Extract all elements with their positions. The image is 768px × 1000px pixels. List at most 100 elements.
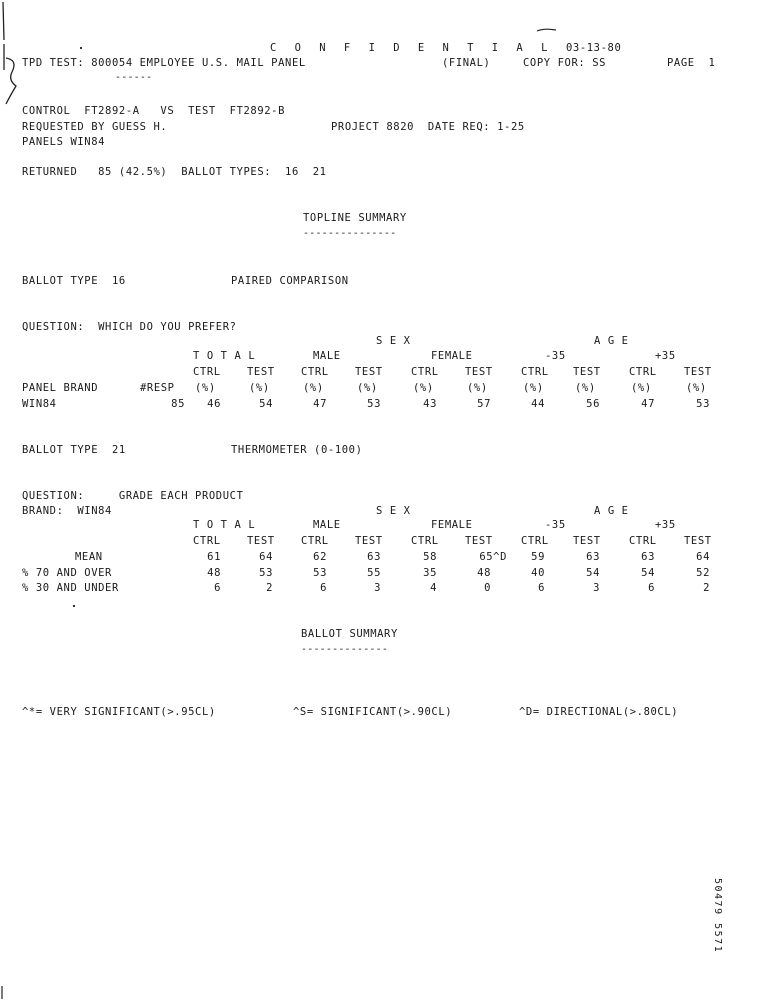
ctrl-test-subheader: CTRL <box>521 535 549 547</box>
table-row-label: % 30 AND UNDER <box>22 582 119 594</box>
table-cell-value: 58 <box>423 551 437 563</box>
confidential-banner: C O N F I D E N T I A L <box>270 42 554 54</box>
table-cell-value: 35 <box>423 566 437 579</box>
panels-line: PANELS WIN84 <box>22 136 106 148</box>
percent-subheader: (%) <box>303 382 324 394</box>
table-cell-value: 54 <box>586 566 600 579</box>
legend-very-significant: ^*= VERY SIGNIFICANT(>.95CL) <box>22 706 216 718</box>
table-cell-value: 64 <box>696 551 710 563</box>
final-label: (FINAL) <box>442 57 491 69</box>
table-cell-value: 47 <box>641 398 655 410</box>
percent-subheader: (%) <box>413 382 434 394</box>
ctrl-test-subheader: TEST <box>573 366 601 378</box>
table-cell-value: 63 <box>367 551 381 563</box>
ctrl-test-subheader: CTRL <box>629 535 657 547</box>
page-number: PAGE 1 <box>667 57 716 69</box>
topline-summary-title: TOPLINE SUMMARY <box>303 212 407 224</box>
ballot-type-21: BALLOT TYPE 21 <box>22 444 126 456</box>
resp-count-header: #RESP <box>140 382 175 394</box>
stray-dot-mark <box>80 47 82 49</box>
percent-subheader: (%) <box>467 382 488 394</box>
percent-subheader: (%) <box>195 382 216 394</box>
sex-header-1: S E X <box>376 335 411 347</box>
ctrl-test-subheader: CTRL <box>193 366 221 378</box>
table-cell-value: 53 <box>259 566 273 579</box>
table-cell-value: 43 <box>423 398 437 410</box>
ctrl-test-subheader: CTRL <box>521 366 549 378</box>
table-cell-value: 56 <box>586 398 600 410</box>
control-line: CONTROL FT2892-A VS TEST FT2892-B <box>22 105 286 117</box>
age-header-1: A G E <box>594 335 629 347</box>
age-header-2: A G E <box>594 505 629 517</box>
ctrl-test-subheader: CTRL <box>193 535 221 547</box>
column-group-header: T O T A L <box>193 519 256 531</box>
requested-by: REQUESTED BY GUESS H. <box>22 121 168 133</box>
table-cell-value: 6 <box>648 582 655 594</box>
brand-line: BRAND: WIN84 <box>22 505 112 517</box>
table-cell-value: 6 <box>320 582 327 594</box>
column-group-header: FEMALE <box>431 519 473 531</box>
percent-subheader: (%) <box>686 382 707 394</box>
sex-header-2: S E X <box>376 505 411 517</box>
column-group-header: +35 <box>655 519 676 531</box>
table-cell-value: 0 <box>484 582 491 594</box>
column-group-header: -35 <box>545 350 566 362</box>
column-group-header: -35 <box>545 519 566 531</box>
table-cell-value: 54 <box>259 398 273 410</box>
test-title-line: TPD TEST: 800054 EMPLOYEE U.S. MAIL PANE… <box>22 57 306 69</box>
table-cell-value: 4 <box>430 582 437 594</box>
pen-stroke-mark <box>536 28 557 32</box>
column-group-header: MALE <box>313 519 341 531</box>
ctrl-test-subheader: TEST <box>465 366 493 378</box>
stray-dot-mark-2 <box>73 605 75 607</box>
ctrl-test-subheader: TEST <box>465 535 493 547</box>
margin-tick-mark <box>1 986 3 999</box>
ballot-21-description: THERMOMETER (0-100) <box>231 444 363 456</box>
ctrl-test-subheader: CTRL <box>629 366 657 378</box>
column-group-header: MALE <box>313 350 341 362</box>
percent-subheader: (%) <box>357 382 378 394</box>
document-id-stamp: 50479 5571 <box>712 878 723 954</box>
table-row-label: % 70 AND OVER <box>22 566 112 579</box>
test-id-underline: ------ <box>115 72 153 83</box>
table-cell-value: 53 <box>696 398 710 410</box>
table-cell-value: 46 <box>207 398 221 410</box>
table-cell-value: 62 <box>313 551 327 563</box>
legend-directional: ^D= DIRECTIONAL(>.80CL) <box>519 706 679 718</box>
ballot-16-description: PAIRED COMPARISON <box>231 275 349 287</box>
percent-subheader: (%) <box>249 382 270 394</box>
ballot-summary-underline: -------------- <box>301 644 389 655</box>
table-cell-value: 54 <box>641 566 655 579</box>
ctrl-test-subheader: CTRL <box>411 366 439 378</box>
question-1: QUESTION: WHICH DO YOU PREFER? <box>22 321 237 333</box>
table-cell-value: 48 <box>477 566 491 579</box>
question-2: QUESTION: GRADE EACH PRODUCT <box>22 490 244 502</box>
table-cell-value: 63 <box>586 551 600 563</box>
table-cell-value: 48 <box>207 566 221 579</box>
table-cell-value: 63 <box>641 551 655 563</box>
table-cell-value: 59 <box>531 551 545 563</box>
table-cell-value: 2 <box>703 582 710 594</box>
column-group-header: T O T A L <box>193 350 256 362</box>
ctrl-test-subheader: TEST <box>355 535 383 547</box>
column-group-header: FEMALE <box>431 350 473 362</box>
ctrl-test-subheader: TEST <box>247 535 275 547</box>
ctrl-test-subheader: TEST <box>684 535 712 547</box>
ctrl-test-subheader: CTRL <box>301 366 329 378</box>
table-cell-value: 3 <box>374 582 381 594</box>
table-row-label: WIN84 <box>22 398 57 410</box>
table-row-label: MEAN <box>75 551 103 563</box>
report-date: 03-13-80 <box>566 42 622 54</box>
column-group-header: +35 <box>655 350 676 362</box>
table-cell-value: 55 <box>367 566 381 579</box>
handwritten-bracket-mark <box>2 1 17 105</box>
table-cell-value: 52 <box>696 566 710 579</box>
table-cell-value: 53 <box>367 398 381 410</box>
ctrl-test-subheader: TEST <box>247 366 275 378</box>
topline-summary-underline: --------------- <box>303 228 397 239</box>
table-cell-value: 44 <box>531 398 545 410</box>
table-cell-value: 6 <box>214 582 221 594</box>
legend-significant: ^S= SIGNIFICANT(>.90CL) <box>293 706 453 718</box>
ballot-type-16: BALLOT TYPE 16 <box>22 275 126 287</box>
ctrl-test-subheader: CTRL <box>301 535 329 547</box>
